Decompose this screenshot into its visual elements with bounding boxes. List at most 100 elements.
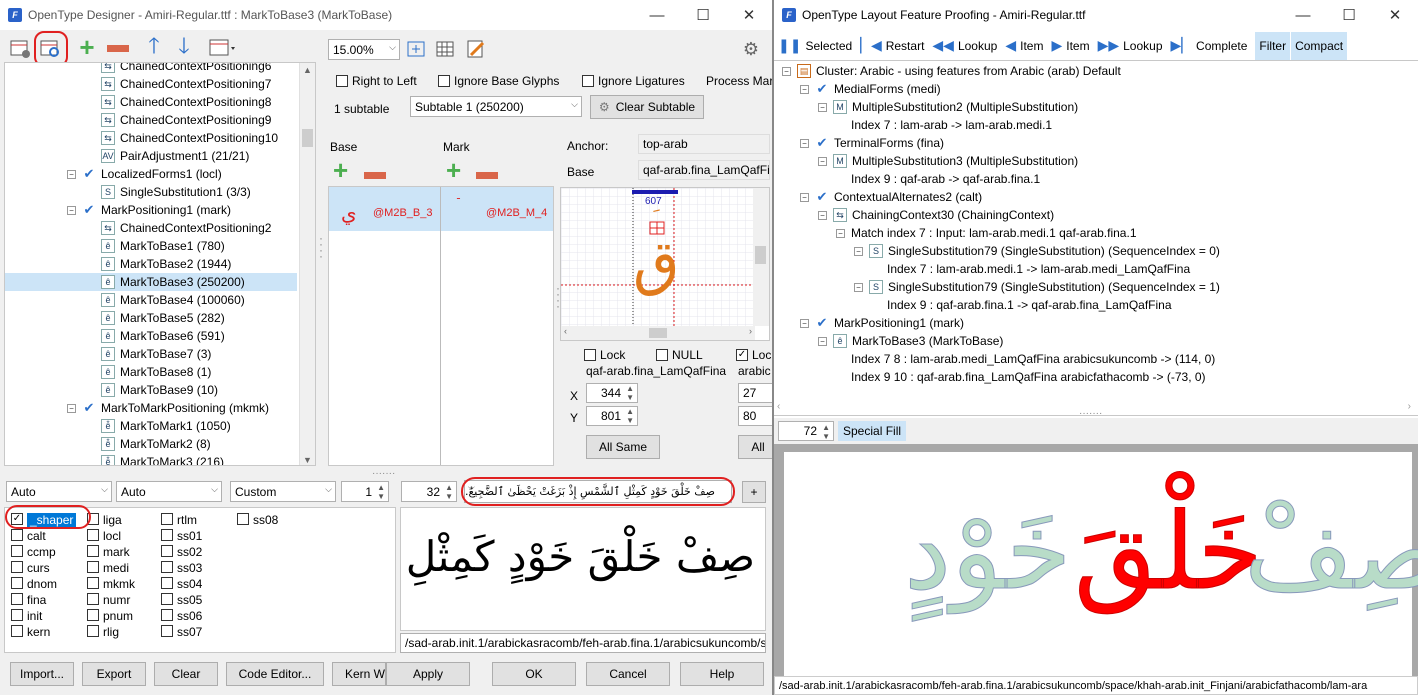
- feature-checkbox-liga[interactable]: liga: [87, 512, 122, 528]
- collapse-toggle[interactable]: −: [67, 205, 76, 215]
- tree-item[interactable]: ⇆ ChainedContextPositioning9: [5, 111, 297, 129]
- item-back-button[interactable]: ◀ Item: [1001, 32, 1047, 60]
- preview-hscroll[interactable]: ‹ ›: [561, 326, 755, 340]
- lock-checkbox[interactable]: Lock: [584, 348, 625, 362]
- x-spinner-2[interactable]: 27: [738, 383, 772, 403]
- proof-tree-item[interactable]: − S SingleSubstitution79 (SingleSubstituti…: [854, 242, 1220, 260]
- view-menu-button[interactable]: [208, 36, 240, 60]
- feature-checkbox-pnum[interactable]: pnum: [87, 608, 133, 624]
- feature-checkbox-numr[interactable]: numr: [87, 592, 130, 608]
- close-icon[interactable]: ✕: [1372, 6, 1418, 24]
- proof-tree-item[interactable]: Index 7 : lam-arab -> lam-arab.medi.1: [836, 116, 1052, 134]
- proofing-glyph-path[interactable]: /sad-arab.init.1/arabickasracomb/feh-ara…: [774, 676, 1418, 695]
- collapse-toggle[interactable]: −: [854, 282, 863, 292]
- move-up-button[interactable]: 🡑: [143, 33, 165, 60]
- proof-tree-item[interactable]: Index 9 10 : qaf-arab.fina_LamQafFina ar…: [836, 368, 1206, 386]
- tree-item[interactable]: ê MarkToBase5 (282): [5, 309, 297, 327]
- tree-item[interactable]: ⇆ ChainedContextPositioning2: [5, 219, 297, 237]
- feature-checkbox-rlig[interactable]: rlig: [87, 624, 119, 640]
- collapse-toggle[interactable]: −: [818, 156, 827, 166]
- proof-tree-item[interactable]: − ✔ ContextualAlternates2 (calt): [800, 188, 982, 206]
- selected-button[interactable]: ❚❚ Selected: [774, 32, 856, 60]
- collapse-toggle[interactable]: −: [782, 66, 791, 76]
- ignore-base-checkbox[interactable]: Ignore Base Glyphs: [438, 74, 559, 88]
- restart-button[interactable]: ▏◀ Restart: [856, 32, 928, 60]
- render-size-spinner[interactable]: 72 ▲ ▼: [778, 421, 834, 441]
- feature-checkbox-ss08[interactable]: ss08: [237, 512, 278, 528]
- all-button[interactable]: All: [738, 435, 772, 459]
- add-lookup-button[interactable]: +: [76, 34, 98, 60]
- feature-checkbox-fina[interactable]: fina: [11, 592, 46, 608]
- feature-checkbox-kern[interactable]: kern: [11, 624, 50, 640]
- proof-tree-item[interactable]: − Match index 7 : Input: lam-arab.medi.1 …: [836, 224, 1137, 242]
- edit-button[interactable]: [463, 36, 489, 62]
- move-down-button[interactable]: 🡓: [173, 33, 195, 60]
- grid-button[interactable]: [433, 38, 457, 60]
- x-spinner[interactable]: 344 ▲ ▼: [586, 383, 638, 403]
- collapse-toggle[interactable]: −: [818, 102, 827, 112]
- feature-checkbox-ss01[interactable]: ss01: [161, 528, 202, 544]
- y-spinner-2[interactable]: 80: [738, 406, 772, 426]
- kern-wizard-button[interactable]: Kern W: [332, 662, 386, 686]
- feature-checkbox-calt[interactable]: calt: [11, 528, 46, 544]
- collapse-toggle[interactable]: −: [800, 192, 809, 202]
- settings-button[interactable]: ⚙: [740, 38, 762, 60]
- feature-checkbox-ss07[interactable]: ss07: [161, 624, 202, 640]
- y-spinner[interactable]: 801 ▲ ▼: [586, 406, 638, 426]
- null-checkbox[interactable]: NULL: [656, 348, 703, 362]
- minimize-icon[interactable]: —: [634, 7, 680, 24]
- tree-item[interactable]: ê MarkToBase7 (3): [5, 345, 297, 363]
- proof-tree-item[interactable]: − M MultipleSubstitution3 (MultipleSubstit…: [818, 152, 1078, 170]
- feature-checkbox-dnom[interactable]: dnom: [11, 576, 57, 592]
- base-cell-class[interactable]: @M2B_B_3: [373, 207, 432, 219]
- script-combo[interactable]: Auto ⌵: [6, 481, 112, 502]
- ignore-ligatures-checkbox[interactable]: Ignore Ligatures: [582, 74, 685, 88]
- remove-mark-button[interactable]: [476, 168, 498, 182]
- proof-tree-item[interactable]: − ✔ TerminalForms (fina): [800, 134, 944, 152]
- filter-toggle[interactable]: Filter: [1255, 31, 1291, 60]
- special-fill-toggle[interactable]: Special Fill: [838, 421, 907, 441]
- mark-cell-class[interactable]: @M2B_M_4: [486, 207, 547, 219]
- remove-lookup-button[interactable]: [106, 38, 130, 58]
- import-button[interactable]: Import...: [10, 662, 74, 686]
- maximize-icon[interactable]: ☐: [680, 6, 726, 24]
- clear-subtable-button[interactable]: ⚙ Clear Subtable: [590, 95, 704, 119]
- tree-item[interactable]: ê MarkToBase3 (250200): [5, 273, 297, 291]
- collapse-toggle[interactable]: −: [854, 246, 863, 256]
- scroll-thumb[interactable]: [302, 129, 313, 147]
- preview-settings-button[interactable]: [8, 36, 34, 62]
- feature-checkbox-ss05[interactable]: ss05: [161, 592, 202, 608]
- anchor-base-field[interactable]: qaf-arab.fina_LamQafFin: [638, 160, 770, 180]
- proof-tree-item[interactable]: Index 7 8 : lam-arab.medi_LamQafFina ara…: [836, 350, 1215, 368]
- item-forward-button[interactable]: ▶ Item: [1047, 32, 1093, 60]
- feature-checkbox-ss03[interactable]: ss03: [161, 560, 202, 576]
- tree-item[interactable]: AV PairAdjustment1 (21/21): [5, 147, 297, 165]
- apply-button[interactable]: Apply: [386, 662, 470, 686]
- zoom-combo[interactable]: 15.00% ⌵: [328, 39, 400, 60]
- lookup-back-button[interactable]: ◀◀ Lookup: [928, 32, 1001, 60]
- collapse-toggle[interactable]: −: [800, 138, 809, 148]
- close-icon[interactable]: ✕: [726, 6, 772, 24]
- collapse-toggle[interactable]: −: [800, 84, 809, 94]
- preview-vscroll[interactable]: [753, 188, 769, 326]
- tree-item[interactable]: ⇆ ChainedContextPositioning8: [5, 93, 297, 111]
- vertical-splitter[interactable]: · · · ·: [319, 232, 323, 262]
- collapse-toggle[interactable]: −: [836, 228, 845, 238]
- tree-item[interactable]: ê̂ MarkToMark2 (8): [5, 435, 297, 453]
- tree-item[interactable]: ⇆ ChainedContextPositioning7: [5, 75, 297, 93]
- tree-item[interactable]: ê MarkToBase4 (100060): [5, 291, 297, 309]
- mode-combo[interactable]: Custom ⌵: [230, 481, 336, 502]
- glyph-path-field[interactable]: /sad-arab.init.1/arabickasracomb/feh-ara…: [400, 633, 766, 653]
- proof-tree-item[interactable]: − ▤ Cluster: Arabic - using features from …: [782, 62, 1121, 80]
- feature-checkbox-ss06[interactable]: ss06: [161, 608, 202, 624]
- proof-tree-item[interactable]: Index 7 : lam-arab.medi.1 -> lam-arab.me…: [872, 260, 1190, 278]
- remove-base-button[interactable]: [364, 168, 386, 182]
- tree-item[interactable]: − ✔ MarkPositioning1 (mark): [5, 201, 297, 219]
- tree-item[interactable]: ⇆ ChainedContextPositioning6: [5, 63, 297, 75]
- language-combo[interactable]: Auto ⌵: [116, 481, 222, 502]
- feature-checkbox-ss04[interactable]: ss04: [161, 576, 202, 592]
- feature-checkbox-curs[interactable]: curs: [11, 560, 50, 576]
- proof-tree-item[interactable]: − S SingleSubstitution79 (SingleSubstituti…: [854, 278, 1220, 296]
- ok-button[interactable]: OK: [492, 662, 576, 686]
- code-editor-button[interactable]: Code Editor...: [226, 662, 324, 686]
